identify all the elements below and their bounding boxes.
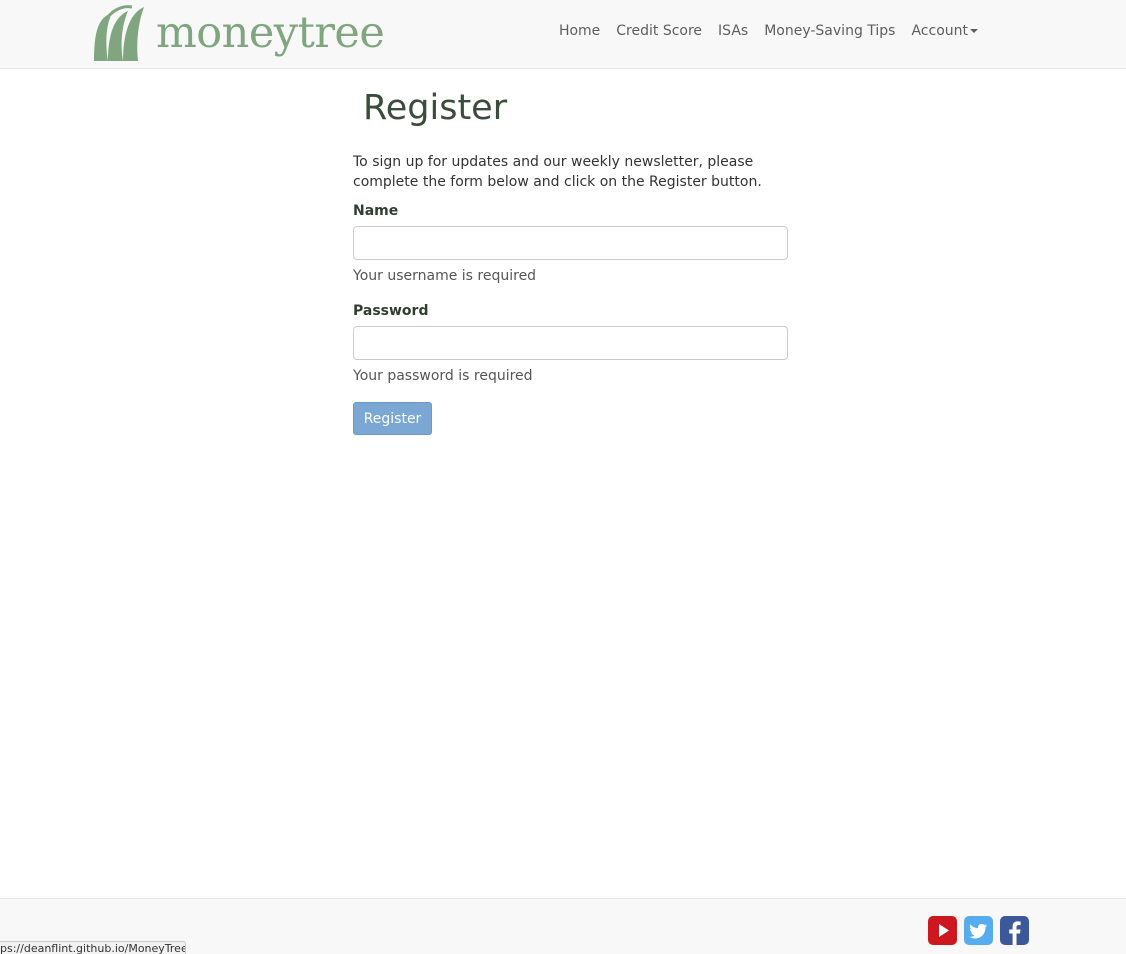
nav-isas[interactable]: ISAs xyxy=(718,23,748,39)
name-field-group: Name Your username is required xyxy=(353,203,788,286)
top-navbar: moneytree Home Credit Score ISAs Money-S… xyxy=(0,0,1126,69)
twitter-icon[interactable] xyxy=(964,916,993,945)
nav-credit-score[interactable]: Credit Score xyxy=(616,23,702,39)
nav-money-saving-tips[interactable]: Money-Saving Tips xyxy=(764,23,895,39)
tree-logo-icon xyxy=(94,5,144,61)
intro-line-1: To sign up for updates and our weekly ne… xyxy=(353,154,754,170)
name-label: Name xyxy=(353,203,399,219)
password-help-text: Your password is required xyxy=(353,368,533,384)
intro-text: To sign up for updates and our weekly ne… xyxy=(353,152,788,192)
account-label: Account xyxy=(911,23,968,39)
name-input[interactable] xyxy=(353,226,788,260)
name-help-text: Your username is required xyxy=(353,268,537,284)
nav-account-dropdown[interactable]: Account xyxy=(911,23,978,39)
facebook-icon[interactable] xyxy=(1000,916,1029,945)
intro-line-2: complete the form below and click on the… xyxy=(353,174,762,190)
register-button[interactable]: Register xyxy=(353,402,432,435)
password-input[interactable] xyxy=(353,326,788,360)
password-field-group: Password Your password is required xyxy=(353,303,788,386)
password-label: Password xyxy=(353,303,429,319)
brand-name: moneytree xyxy=(156,7,385,58)
caret-down-icon xyxy=(970,29,978,33)
page-title: Register xyxy=(363,88,508,128)
nav-home[interactable]: Home xyxy=(559,23,600,39)
youtube-icon[interactable] xyxy=(928,916,957,945)
status-bar-url: ps://deanflint.github.io/MoneyTree/ xyxy=(0,941,186,954)
brand-logo[interactable]: moneytree xyxy=(92,2,385,64)
register-panel: Register To sign up for updates and our … xyxy=(353,86,788,435)
main-nav: Home Credit Score ISAs Money-Saving Tips… xyxy=(543,0,978,62)
